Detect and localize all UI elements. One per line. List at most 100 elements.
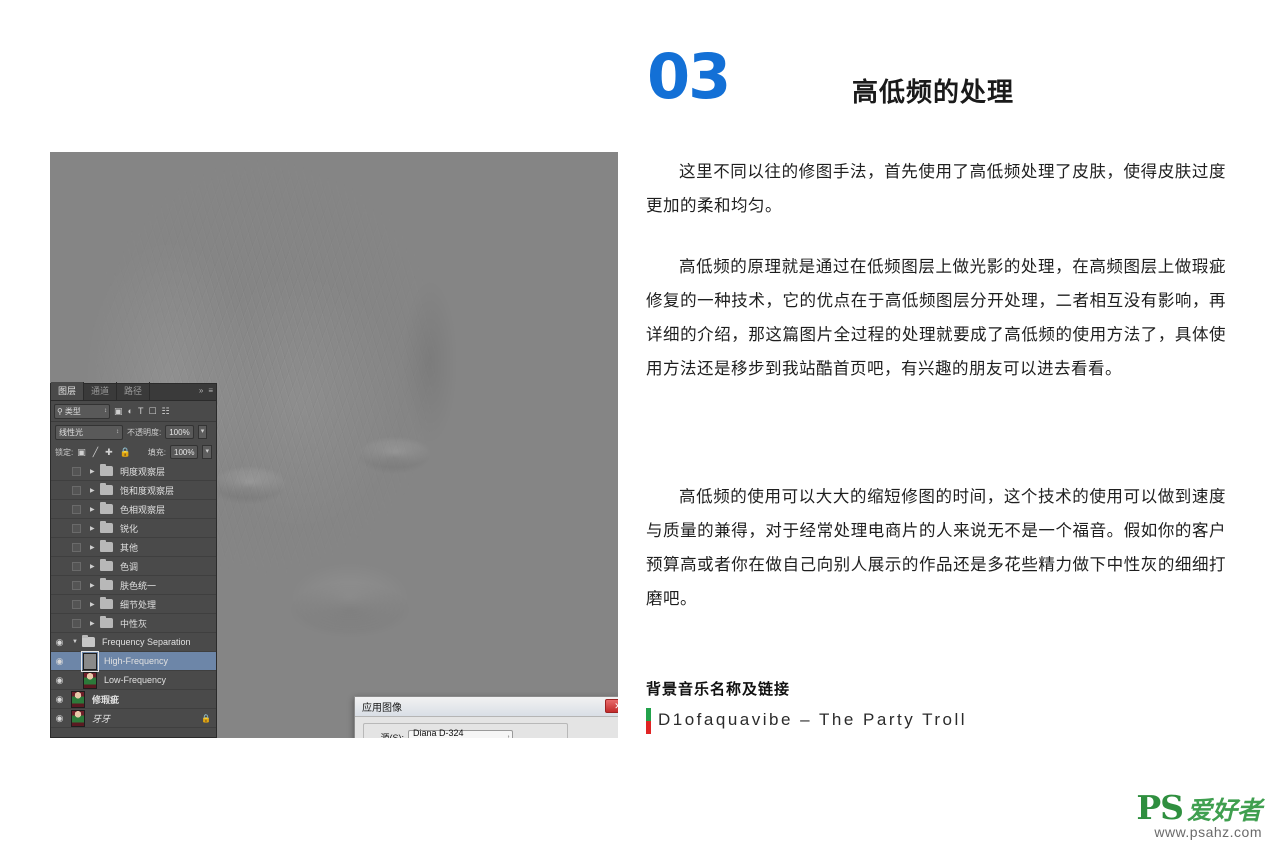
lock-icon: 🔒: [201, 713, 211, 723]
layer-thumbnail[interactable]: [71, 690, 85, 708]
eye-icon[interactable]: ◉: [53, 713, 66, 724]
panel-menu-icon[interactable]: ≡: [208, 387, 213, 395]
chevron-right-icon[interactable]: ▶: [90, 506, 97, 513]
close-icon[interactable]: ✕: [605, 699, 618, 713]
section-number: 03: [647, 40, 731, 113]
layer-name: 色调: [120, 561, 139, 572]
watermark-url: www.psahz.com: [1154, 824, 1262, 840]
smart-object-filter-icon[interactable]: ☷: [162, 406, 170, 417]
layer-row-色相观察层[interactable]: ▶ 色相观察层: [51, 500, 216, 519]
layer-list[interactable]: ▶ 明度观察层 ▶ 饱和度观察层 ▶ 色相观察层 ▶ 锐化 ▶ 其他 ▶ 色调 ▶ 肤色统一 ▶ 细节处理 ▶ 中…: [51, 462, 216, 728]
page-title: 高低频的处理: [852, 77, 1015, 107]
layer-checkbox[interactable]: [72, 523, 81, 533]
chevron-right-icon[interactable]: ▶: [90, 582, 97, 589]
opacity-stepper[interactable]: ▾: [197, 425, 208, 439]
layer-row-锐化[interactable]: ▶ 锐化: [51, 519, 216, 538]
opacity-value[interactable]: 100%: [165, 425, 194, 439]
chevron-right-icon[interactable]: ▶: [90, 544, 97, 551]
lock-icon-group[interactable]: ▣ ╱ ✚ 🔒: [77, 447, 131, 458]
layer-name: 明度观察层: [120, 466, 166, 477]
collapse-panel-icon[interactable]: »: [199, 387, 203, 395]
lock-position-icon[interactable]: ✚: [105, 447, 113, 458]
layer-checkbox[interactable]: [72, 485, 81, 495]
watermark: PS 爱好者 www.psahz.com: [1136, 791, 1262, 840]
pixel-layer-filter-icon[interactable]: ▣: [114, 406, 123, 417]
tab-paths[interactable]: 路径: [117, 382, 151, 400]
layer-checkbox[interactable]: [72, 561, 81, 571]
layer-row-细节处理[interactable]: ▶ 细节处理: [51, 595, 216, 614]
layer-name: Low-Frequency: [104, 675, 167, 685]
layer-row-明度观察层[interactable]: ▶ 明度观察层: [51, 462, 216, 481]
layer-row-其他[interactable]: ▶ 其他: [51, 538, 216, 557]
layer-checkbox[interactable]: [72, 542, 81, 552]
fill-value[interactable]: 100%: [170, 445, 199, 459]
opacity-label: 不透明度:: [127, 427, 162, 437]
apply-image-dialog[interactable]: 应用图像 ✕ 源(S): Diana D-324 1800px.psd ↕ 图层…: [354, 696, 618, 738]
chevron-updown-icon: ↕: [104, 408, 107, 414]
layer-name: 色相观察层: [120, 504, 166, 515]
layer-row-肤色统一[interactable]: ▶ 肤色统一: [51, 576, 216, 595]
lock-image-pixels-icon[interactable]: ╱: [93, 447, 98, 458]
filter-type-label: 类型: [64, 406, 81, 416]
folder-icon: [100, 559, 113, 571]
layer-checkbox[interactable]: [72, 580, 81, 590]
lock-row[interactable]: 锁定: ▣ ╱ ✚ 🔒 填充: 100% ▾: [51, 442, 216, 462]
watermark-ps: PS: [1136, 788, 1184, 827]
chevron-right-icon[interactable]: ▶: [90, 525, 97, 532]
eye-icon[interactable]: ◉: [53, 675, 66, 686]
layer-checkbox[interactable]: [72, 599, 81, 609]
fill-stepper[interactable]: ▾: [202, 445, 212, 459]
layer-thumbnail[interactable]: [81, 650, 99, 672]
blend-mode-select[interactable]: 线性光 ↕: [55, 424, 123, 440]
source-select[interactable]: Diana D-324 1800px.psd ↕: [408, 727, 513, 739]
panel-tab-strip[interactable]: 图层 通道 路径 » ≡: [51, 382, 216, 401]
lock-all-icon[interactable]: 🔒: [120, 447, 131, 458]
adjustment-layer-filter-icon[interactable]: ◐: [128, 406, 133, 416]
filter-icon-group[interactable]: ▣ ◐ T ☐ ☷: [114, 406, 170, 417]
layer-row-色调[interactable]: ▶ 色调: [51, 557, 216, 576]
shape-layer-filter-icon[interactable]: ☐: [148, 406, 156, 417]
eye-icon[interactable]: ◉: [53, 656, 66, 667]
layer-thumbnail[interactable]: [71, 709, 85, 727]
layers-panel[interactable]: 图层 通道 路径 » ≡ ⚲ 类型 ↕ ▣ ◐ T ☐ ☷ 线性光 ↕ 不透明度…: [50, 382, 217, 738]
panel-header-icons[interactable]: » ≡: [199, 387, 213, 395]
layer-row-牙牙[interactable]: ◉ 牙牙 🔒: [51, 709, 216, 728]
layer-filter-row[interactable]: ⚲ 类型 ↕ ▣ ◐ T ☐ ☷: [51, 401, 216, 422]
source-value: Diana D-324 1800px.psd: [413, 727, 464, 739]
folder-icon: [82, 635, 95, 647]
layer-row-Low-Frequency[interactable]: ◉ Low-Frequency: [51, 671, 216, 690]
layer-checkbox[interactable]: [72, 466, 81, 476]
chevron-down-icon[interactable]: ▼: [72, 639, 79, 645]
blend-mode-row[interactable]: 线性光 ↕ 不透明度: 100% ▾: [51, 422, 216, 442]
filter-type-select[interactable]: ⚲ 类型 ↕: [54, 403, 110, 419]
lock-label: 锁定:: [55, 447, 74, 457]
chevron-right-icon[interactable]: ▶: [90, 487, 97, 494]
layer-row-修瑕疵[interactable]: ◉ 修瑕疵: [51, 690, 216, 709]
paragraph-2: 高低频的原理就是通过在低频图层上做光影的处理，在高频图层上做瑕疵修复的一种技术，…: [646, 258, 1226, 378]
dialog-title-bar[interactable]: 应用图像 ✕: [355, 697, 618, 717]
layer-row-中性灰[interactable]: ▶ 中性灰: [51, 614, 216, 633]
chevron-right-icon[interactable]: ▶: [90, 601, 97, 608]
folder-icon: [100, 540, 113, 552]
layer-checkbox[interactable]: [72, 504, 81, 514]
layer-row-饱和度观察层[interactable]: ▶ 饱和度观察层: [51, 481, 216, 500]
source-row[interactable]: 源(S): Diana D-324 1800px.psd ↕: [370, 727, 561, 739]
layer-row-Frequency Separation[interactable]: ◉ ▼ Frequency Separation: [51, 633, 216, 652]
chevron-updown-icon: ↕: [116, 429, 119, 435]
layer-checkbox[interactable]: [72, 618, 81, 628]
chevron-right-icon[interactable]: ▶: [90, 468, 97, 475]
folder-icon: [100, 578, 113, 590]
eye-icon[interactable]: ◉: [53, 694, 66, 705]
folder-icon: [100, 597, 113, 609]
eye-icon[interactable]: ◉: [53, 637, 66, 648]
tab-layers[interactable]: 图层: [51, 382, 85, 400]
lock-transparent-pixels-icon[interactable]: ▣: [77, 447, 86, 458]
chevron-right-icon[interactable]: ▶: [90, 620, 97, 627]
tab-channels[interactable]: 通道: [84, 382, 118, 400]
chevron-right-icon[interactable]: ▶: [90, 563, 97, 570]
layer-thumbnail[interactable]: [83, 671, 97, 689]
layer-row-High-Frequency[interactable]: ◉ High-Frequency: [51, 650, 216, 672]
folder-icon: [100, 464, 113, 476]
type-layer-filter-icon[interactable]: T: [138, 406, 144, 416]
music-link[interactable]: D1ofaquavibe – The Party Troll: [658, 710, 967, 730]
